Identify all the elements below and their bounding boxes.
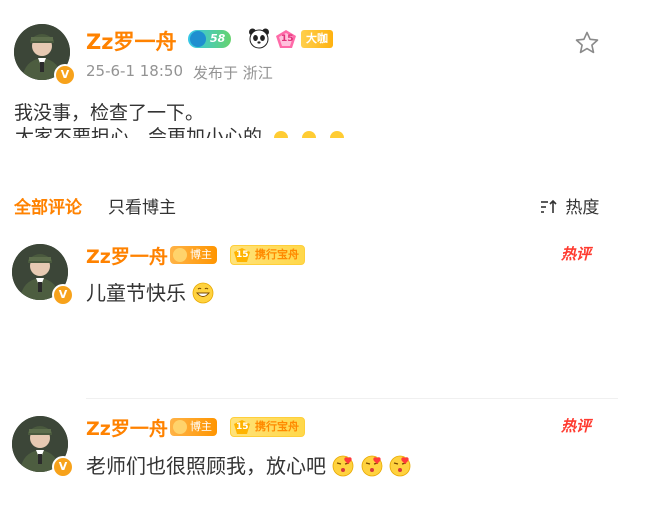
verified-badge-icon: V <box>52 284 74 306</box>
sort-label: 热度 <box>565 198 600 218</box>
grin-emoji-icon <box>302 130 317 138</box>
blogger-crown-icon <box>173 248 187 262</box>
tab-author-only[interactable]: 只看博主 <box>108 193 176 218</box>
star-icon[interactable] <box>574 30 600 56</box>
tab-all-comments[interactable]: 全部评论 <box>14 193 82 218</box>
comment-author-name[interactable]: Zz罗一舟 <box>86 242 168 269</box>
sort-icon <box>540 199 560 215</box>
hot-comment-badge: 热评 <box>561 417 592 435</box>
panda-icon[interactable] <box>248 27 270 49</box>
vip-badge[interactable]: 大咖 <box>301 30 333 48</box>
post-timestamp: 25-6-1 18:50 <box>86 62 183 80</box>
sort-by-hot-button[interactable]: 热度 <box>540 193 599 218</box>
fan-group-tag[interactable]: 15 携行宝舟 <box>230 417 305 437</box>
user-level-number: 58 <box>210 32 226 45</box>
blogger-tag: 博主 <box>170 418 217 436</box>
comment-text-content: 老师们也很照顾我，放心吧 <box>86 454 326 478</box>
kiss-emoji-icon <box>361 455 383 477</box>
comment-avatar[interactable]: V <box>12 244 74 306</box>
grin-emoji-icon <box>330 130 345 138</box>
post-text-line-2-content: 大家不要担心，会更加小心的 <box>15 126 263 138</box>
fan-level-icon[interactable]: 15 <box>274 28 298 50</box>
comment-avatar[interactable]: V <box>12 416 74 478</box>
fan-group-label: 携行宝舟 <box>255 420 299 433</box>
fan-level-number: 15 <box>236 422 249 432</box>
comment-divider <box>86 398 618 399</box>
blogger-crown-icon <box>173 420 187 434</box>
post-location: 发布于 浙江 <box>193 64 273 82</box>
post-text-line-2: 大家不要担心，会更加小心的 <box>15 126 345 138</box>
kiss-emoji-icon <box>389 455 411 477</box>
verified-badge-icon: V <box>52 456 74 478</box>
fan-level-number: 15 <box>236 250 249 260</box>
grin-emoji-icon <box>192 282 214 304</box>
comment-text-content: 儿童节快乐 <box>86 281 186 305</box>
kiss-emoji-icon <box>332 455 354 477</box>
blogger-tag: 博主 <box>170 246 217 264</box>
fan-group-label: 携行宝舟 <box>255 248 299 261</box>
post-author-name[interactable]: Zz罗一舟 <box>86 26 176 56</box>
blogger-tag-label: 博主 <box>190 248 212 261</box>
comment-text: 儿童节快乐 <box>86 277 214 306</box>
grin-emoji-icon <box>274 130 289 138</box>
comment-text: 老师们也很照顾我，放心吧 <box>86 450 411 479</box>
fan-level-number: 15 <box>281 34 294 44</box>
avatar[interactable]: V <box>14 24 76 86</box>
post-text-line-1: 我没事，检查了一下。 <box>14 102 205 124</box>
level-icon <box>190 31 206 47</box>
hot-comment-badge: 热评 <box>561 245 592 263</box>
blogger-tag-label: 博主 <box>190 420 212 433</box>
user-level-badge[interactable]: 58 <box>188 30 232 48</box>
post-text-line-2-clip: 大家不要担心，会更加小心的 <box>15 126 395 138</box>
comment-author-name[interactable]: Zz罗一舟 <box>86 414 168 441</box>
verified-badge-icon: V <box>54 64 76 86</box>
fan-group-tag[interactable]: 15 携行宝舟 <box>230 245 305 265</box>
